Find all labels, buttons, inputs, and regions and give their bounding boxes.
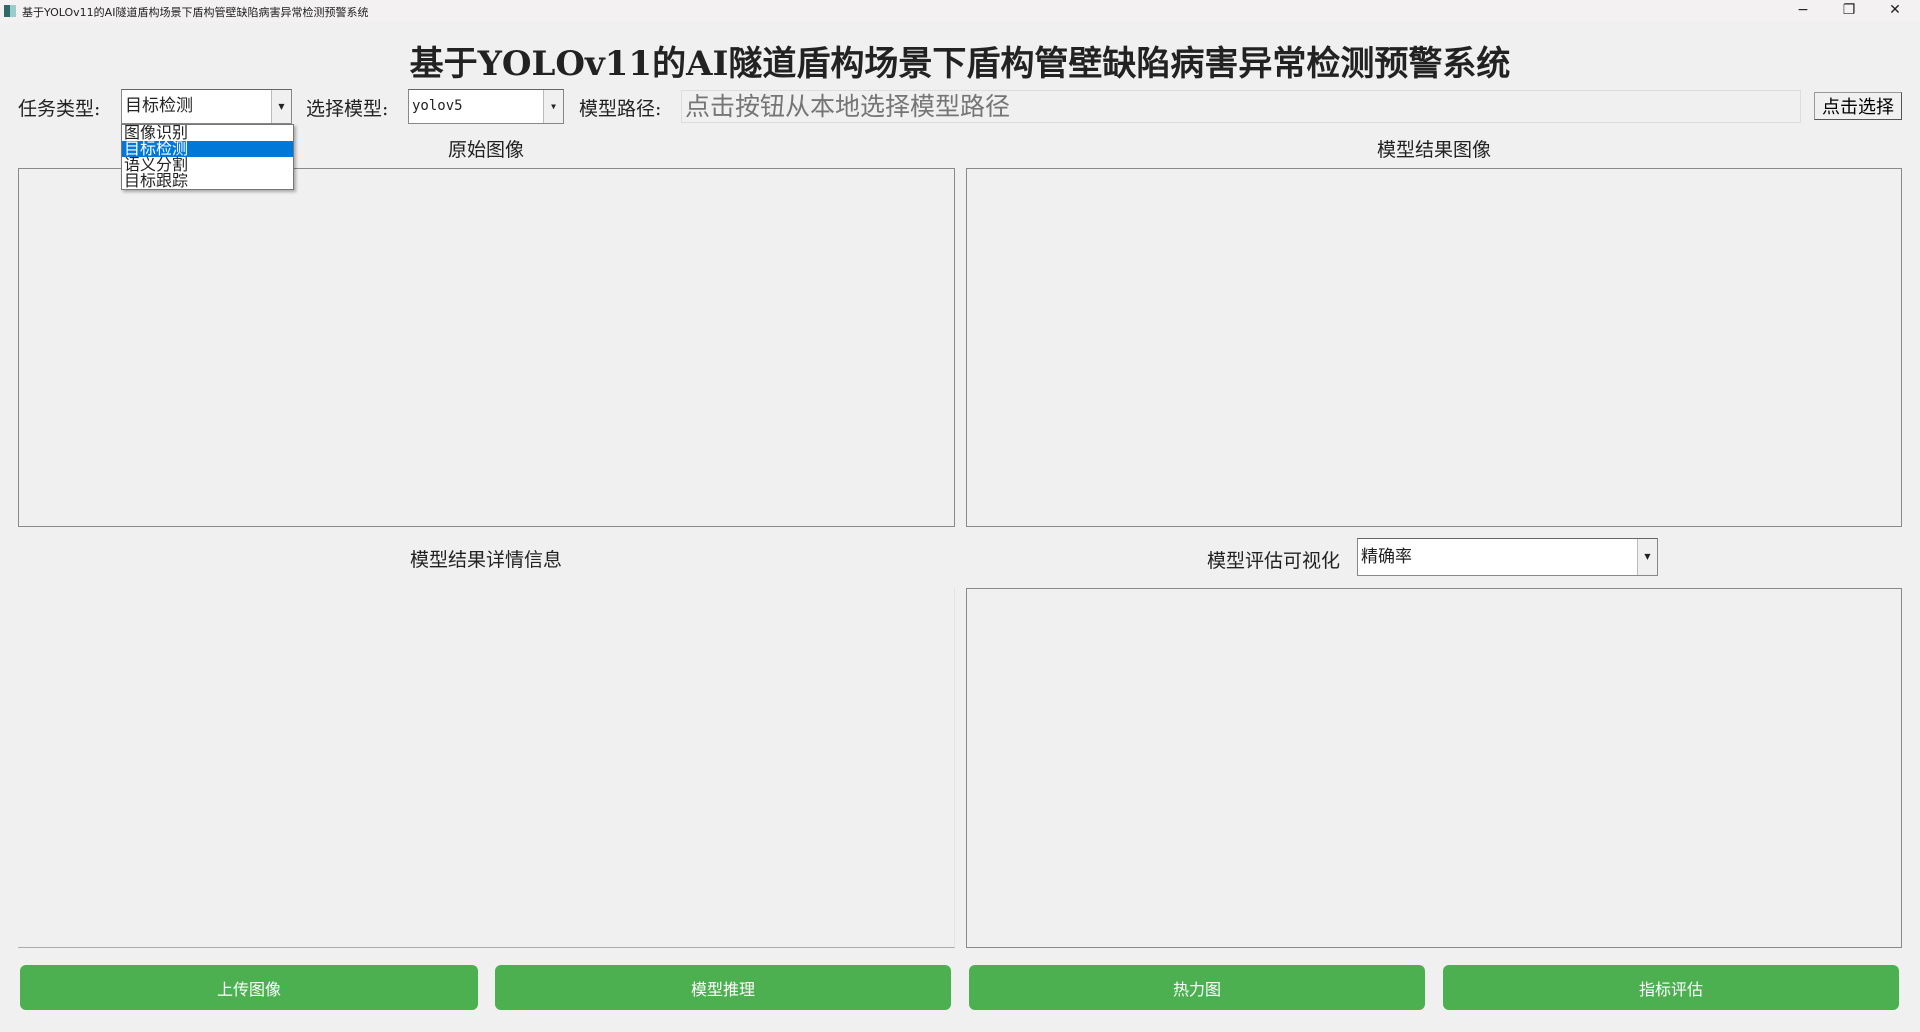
- upload-image-button[interactable]: 上传图像: [20, 965, 478, 1010]
- chevron-down-icon: ▼: [271, 90, 291, 123]
- task-option[interactable]: 目标跟踪: [122, 173, 293, 189]
- model-path-label: 模型路径:: [579, 98, 662, 120]
- close-button[interactable]: ✕: [1872, 0, 1918, 22]
- model-value: yolov5: [412, 98, 463, 114]
- result-image-panel: [966, 168, 1902, 527]
- app-icon: [4, 5, 16, 17]
- eval-metric-value: 精确率: [1361, 547, 1412, 567]
- eval-visualization-panel: [966, 588, 1902, 948]
- title-bar: 基于YOLOv11的AI隧道盾构场景下盾构管壁缺陷病害异常检测预警系统 − ❐ …: [0, 0, 1920, 22]
- result-details-title: 模型结果详情信息: [409, 549, 562, 571]
- model-select[interactable]: yolov5 ▼: [408, 89, 564, 124]
- model-path-input[interactable]: [681, 90, 1801, 123]
- model-select-label: 选择模型:: [306, 98, 389, 120]
- window-title: 基于YOLOv11的AI隧道盾构场景下盾构管壁缺陷病害异常检测预警系统: [22, 6, 369, 19]
- task-type-value: 目标检测: [125, 96, 193, 116]
- task-option[interactable]: 语义分割: [122, 157, 293, 173]
- maximize-button[interactable]: ❐: [1826, 0, 1872, 22]
- page-title: 基于YOLOv11的AI隧道盾构场景下盾构管壁缺陷病害异常检测预警系统: [409, 44, 1511, 84]
- task-option-selected[interactable]: 目标检测: [122, 141, 293, 157]
- task-type-dropdown: 图像识别 目标检测 语义分割 目标跟踪: [121, 124, 294, 190]
- heatmap-button[interactable]: 热力图: [969, 965, 1425, 1010]
- chevron-down-icon: ▼: [1637, 539, 1657, 575]
- choose-path-button[interactable]: 点击选择: [1814, 92, 1902, 120]
- result-details-textarea[interactable]: [18, 588, 955, 948]
- task-type-label: 任务类型:: [18, 98, 101, 120]
- eval-metric-select[interactable]: 精确率 ▼: [1357, 538, 1658, 576]
- task-option[interactable]: 图像识别: [122, 125, 293, 141]
- original-image-panel: [18, 168, 955, 527]
- task-type-select[interactable]: 目标检测 ▼: [121, 89, 292, 124]
- result-image-title: 模型结果图像: [1376, 139, 1491, 161]
- minimize-button[interactable]: −: [1780, 0, 1826, 22]
- eval-visualization-label: 模型评估可视化: [1207, 550, 1341, 572]
- model-inference-button[interactable]: 模型推理: [495, 965, 951, 1010]
- chevron-down-icon: ▼: [543, 90, 563, 123]
- metrics-eval-button[interactable]: 指标评估: [1443, 965, 1899, 1010]
